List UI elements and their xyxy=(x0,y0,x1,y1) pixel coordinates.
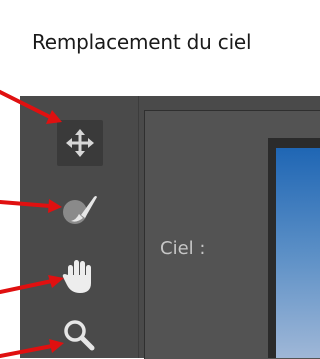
sky-brush-icon xyxy=(63,196,97,224)
zoom-icon xyxy=(64,320,95,351)
sky-brush-tool-button[interactable] xyxy=(56,186,102,232)
hand-icon xyxy=(62,260,91,293)
sky-preview-thumbnail[interactable] xyxy=(276,148,320,358)
sky-label: Ciel : xyxy=(160,238,206,259)
toolbar-divider xyxy=(138,96,139,358)
dialog-title-bar: Remplacement du ciel xyxy=(0,0,320,96)
move-tool-button[interactable] xyxy=(57,120,103,166)
move-icon xyxy=(66,129,94,157)
hand-tool-button[interactable] xyxy=(56,252,102,298)
zoom-tool-button[interactable] xyxy=(56,312,102,358)
dialog-title: Remplacement du ciel xyxy=(32,30,252,54)
